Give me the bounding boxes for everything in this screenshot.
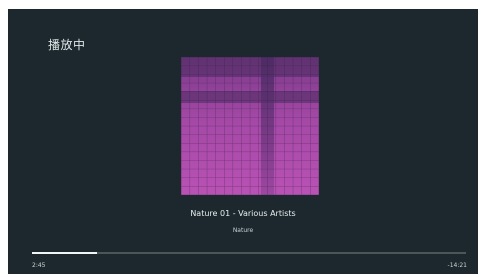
progress-bar[interactable] xyxy=(32,252,466,254)
now-playing-screen: 播放中 Nature 01 - Various Artists Nature 2… xyxy=(8,9,478,274)
album-name: Nature xyxy=(232,227,254,234)
elapsed-time: 2:45 xyxy=(32,262,46,269)
album-art xyxy=(181,57,319,195)
progress-fill xyxy=(32,252,98,254)
page-title: 播放中 xyxy=(48,38,86,52)
track-title: Nature 01 - Various Artists xyxy=(190,209,296,218)
remaining-time: -14:21 xyxy=(447,262,467,269)
